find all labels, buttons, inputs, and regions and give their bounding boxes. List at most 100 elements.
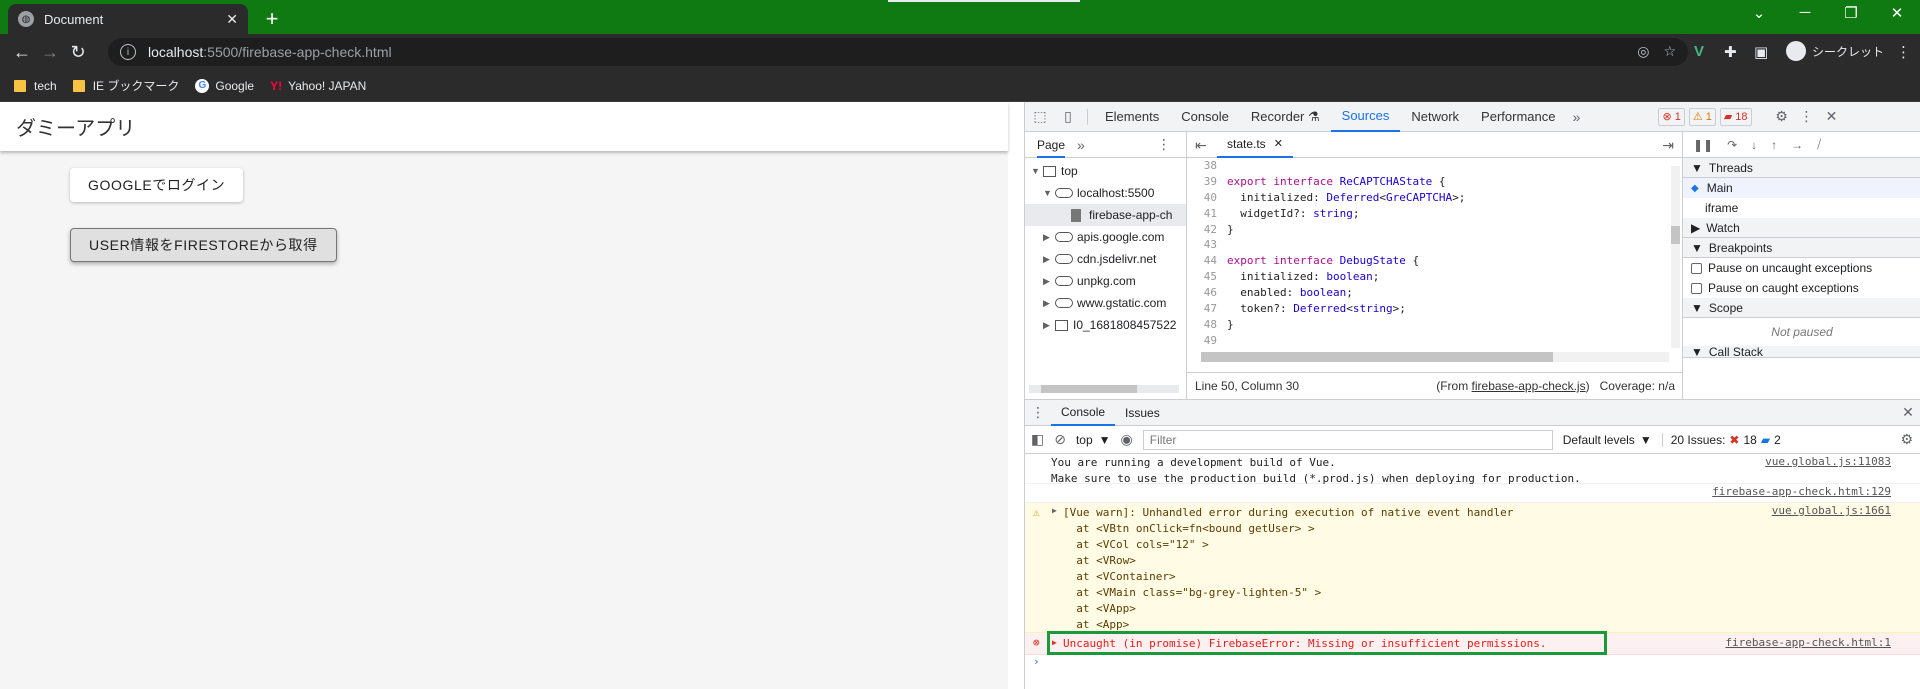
tree-item-jsdelivr[interactable]: ▶ cdn.jsdelivr.net (1025, 248, 1186, 270)
callstack-section-header[interactable]: ▼ Call Stack (1683, 346, 1920, 358)
side-panel-icon[interactable]: ▣ (1754, 43, 1768, 61)
tab-elements[interactable]: Elements (1094, 102, 1170, 132)
code-area[interactable]: 38 39 export interface ReCAPTCHAState { 4… (1187, 158, 1682, 352)
site-info-icon[interactable]: i (120, 44, 136, 60)
thread-main[interactable]: ◆ Main (1683, 178, 1920, 198)
more-tabs-icon[interactable]: » (1566, 109, 1586, 125)
pause-uncaught-checkbox[interactable]: Pause on uncaught exceptions (1683, 258, 1920, 278)
google-login-button[interactable]: GOOGLEでログイン (70, 168, 244, 202)
breakpoints-section-header[interactable]: ▼ Breakpoints (1683, 238, 1920, 258)
editor-vscrollbar[interactable] (1671, 166, 1680, 348)
collapsed-arrow-icon: ▶ (1043, 319, 1050, 330)
clear-console-icon[interactable]: ⊘ (1054, 431, 1066, 448)
bookmark-tech[interactable]: tech (14, 79, 57, 93)
fetch-user-button[interactable]: USER情報をFIRESTOREから取得 (70, 228, 337, 262)
forward-button[interactable]: → (36, 42, 64, 63)
scrollbar-thumb[interactable] (1201, 352, 1553, 362)
status-badges[interactable]: ⊗ 1 ⚠ 1 ▰ 18 (1658, 107, 1755, 126)
tree-item-top[interactable]: ▼ top (1025, 160, 1186, 182)
navigator-tab-page[interactable]: Page (1037, 132, 1066, 158)
console-prompt[interactable]: › (1025, 655, 1920, 669)
drawer-menu-icon[interactable]: ⋮ (1025, 404, 1051, 421)
more-navigator-tabs-icon[interactable]: » (1077, 137, 1085, 153)
tree-item-apis[interactable]: ▶ apis.google.com (1025, 226, 1186, 248)
navigator-scrollbar[interactable] (1029, 385, 1179, 393)
code-line: 48} (1203, 317, 1234, 331)
log-levels-dropdown[interactable]: Default levels ▼ (1563, 433, 1652, 447)
close-drawer-icon[interactable]: ✕ (1895, 404, 1920, 421)
back-button[interactable]: ← (8, 42, 36, 63)
close-tab-icon[interactable]: ✕ (226, 11, 238, 28)
bookmark-google[interactable]: G Google (195, 78, 254, 93)
tab-recorder[interactable]: Recorder ⚗ (1240, 102, 1331, 132)
context-selector[interactable]: top ▼ (1076, 433, 1111, 447)
console-messages[interactable]: You are running a development build of V… (1025, 454, 1920, 669)
pause-caught-checkbox[interactable]: Pause on caught exceptions (1683, 278, 1920, 298)
checkbox[interactable] (1691, 262, 1702, 274)
close-devtools-icon[interactable]: ✕ (1818, 108, 1846, 125)
vue-devtools-icon[interactable]: V (1694, 43, 1704, 60)
deactivate-breakpoints-icon[interactable]: ⧸ (1817, 137, 1821, 152)
message-source-link[interactable]: firebase-app-check.html:1 (1725, 636, 1891, 649)
message-source-link[interactable]: vue.global.js:1661 (1772, 504, 1891, 517)
bookmark-yahoo[interactable]: Y! Yahoo! JAPAN (270, 79, 366, 93)
bookmark-star-icon[interactable]: ☆ (1663, 43, 1676, 60)
scrollbar-thumb[interactable] (1041, 385, 1137, 393)
toggle-navigator-icon[interactable]: ⇤ (1195, 137, 1207, 154)
watch-section-header[interactable]: ▶ Watch (1683, 218, 1920, 238)
step-out-icon[interactable]: ↑ (1771, 138, 1777, 152)
navigator-menu-icon[interactable]: ⋮ (1157, 136, 1171, 153)
message-source-link[interactable]: firebase-app-check.html:129 (1712, 485, 1891, 498)
tree-item-file[interactable]: firebase-app-ch (1025, 204, 1186, 226)
tree-item-iframe[interactable]: ▶ I0_1681808457522 (1025, 314, 1186, 336)
close-file-icon[interactable]: ✕ (1274, 137, 1283, 150)
scrollbar-thumb[interactable] (1671, 226, 1680, 244)
scope-section-header[interactable]: ▼ Scope (1683, 298, 1920, 318)
restore-button[interactable]: ❐ (1836, 4, 1866, 22)
devtools-menu-icon[interactable]: ⋮ (1796, 108, 1818, 125)
step-into-icon[interactable]: ↓ (1751, 138, 1757, 152)
tree-item-gstatic[interactable]: ▶ www.gstatic.com (1025, 292, 1186, 314)
step-icon[interactable]: → (1791, 138, 1803, 152)
reload-button[interactable]: ↻ (64, 42, 92, 63)
drawer-tab-console[interactable]: Console (1051, 400, 1116, 426)
globe-icon: ◍ (18, 11, 34, 27)
inspect-element-icon[interactable]: ⬚ (1025, 108, 1055, 125)
console-settings-icon[interactable]: ⚙ (1900, 431, 1913, 448)
expand-arrow-icon[interactable]: ▶ (1052, 506, 1057, 515)
browser-tab[interactable]: ◍ Document ✕ (8, 4, 248, 34)
tree-item-localhost[interactable]: ▼ localhost:5500 (1025, 182, 1186, 204)
incognito-indicator[interactable]: シークレット (1786, 41, 1884, 61)
step-over-icon[interactable]: ↷ (1727, 138, 1737, 152)
minimize-button[interactable]: ─ (1790, 4, 1820, 21)
message-source-link[interactable]: vue.global.js:11083 (1765, 455, 1891, 468)
eye-slash-icon[interactable]: ◎ (1637, 43, 1649, 60)
tab-search-icon[interactable]: ⌄ (1744, 4, 1774, 22)
bookmark-ie[interactable]: IE ブックマーク (72, 77, 179, 94)
device-toolbar-icon[interactable]: ▯ (1055, 108, 1081, 125)
console-filter-input[interactable]: Filter (1142, 429, 1553, 450)
editor-hscrollbar[interactable] (1201, 352, 1669, 362)
file-tab-state-ts[interactable]: state.ts ✕ (1217, 131, 1293, 158)
menu-kebab-icon[interactable]: ⋮ (1896, 43, 1911, 61)
close-window-button[interactable]: ✕ (1882, 4, 1912, 22)
tab-sources[interactable]: Sources (1330, 102, 1401, 132)
tab-console[interactable]: Console (1170, 102, 1240, 132)
new-tab-button[interactable]: + (260, 6, 284, 32)
toggle-debugger-icon[interactable]: ⇥ (1662, 137, 1674, 154)
checkbox[interactable] (1691, 282, 1702, 294)
tab-network[interactable]: Network (1400, 102, 1470, 132)
threads-section-header[interactable]: ▼ Threads (1683, 158, 1920, 178)
live-expression-eye-icon[interactable]: ◉ (1121, 431, 1133, 448)
source-map-link[interactable]: firebase-app-check.js (1472, 379, 1586, 393)
address-bar[interactable]: i localhost:5500/firebase-app-check.html… (108, 38, 1688, 66)
tree-item-unpkg[interactable]: ▶ unpkg.com (1025, 270, 1186, 292)
drawer-tab-issues[interactable]: Issues (1115, 400, 1170, 426)
issues-counter[interactable]: 20 Issues: ✖ 18 ▰ 2 (1661, 432, 1781, 447)
console-sidebar-icon[interactable]: ◧ (1031, 431, 1044, 448)
settings-gear-icon[interactable]: ⚙ (1768, 108, 1796, 125)
extensions-icon[interactable]: ✚ (1724, 43, 1737, 61)
tab-performance[interactable]: Performance (1470, 102, 1566, 132)
thread-iframe[interactable]: iframe (1683, 198, 1920, 218)
pause-icon[interactable]: ❚❚ (1693, 138, 1713, 152)
